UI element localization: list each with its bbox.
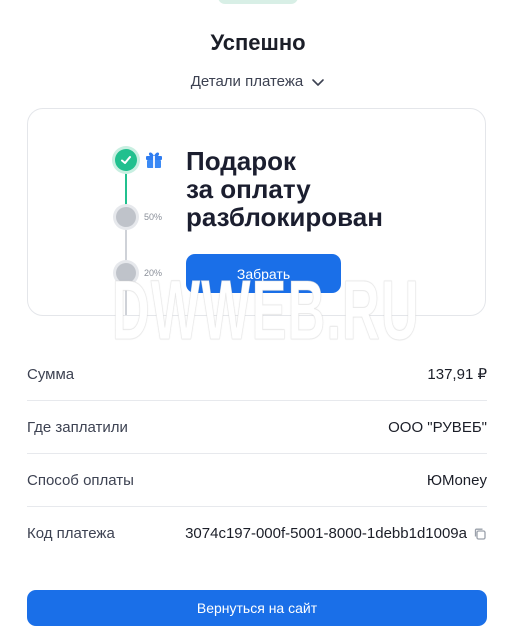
detail-value: 3074c197-000f-5001-8000-1debb1d1009a [185,525,487,542]
detail-value: ООО "РУВЕБ" [388,419,487,436]
page-title: Успешно [210,30,306,55]
detail-label: Сумма [27,365,75,383]
payment-code-value: 3074c197-000f-5001-8000-1debb1d1009a [185,525,467,542]
claim-button[interactable]: Забрать [186,254,341,293]
amount-value: 137,91 ₽ [427,366,487,383]
copy-icon[interactable] [473,527,487,541]
detail-label: Код платежа [27,525,115,542]
gift-icon [146,152,162,168]
progress-step-label: 50% [144,212,163,222]
detail-row-merchant: Где заплатили ООО "РУВЕБ" [27,401,487,454]
gift-title: Подарок за оплату разблокирован [186,146,383,232]
status-pill [218,0,298,4]
progress-step-label: 20% [144,268,163,278]
check-icon [115,149,137,171]
payment-details-label: Детали платежа [190,73,304,90]
progress-step-50 [116,207,136,227]
detail-value: ЮMoney [427,472,487,489]
progress-step-20 [116,263,136,283]
detail-value: 137,91 ₽ [427,365,487,383]
detail-label: Где заплатили [27,418,128,436]
merchant-value: ООО "РУВЕБ" [388,418,487,436]
detail-label: Способ оплаты [27,471,134,489]
payment-details-toggle[interactable]: Детали платежа [0,73,516,90]
detail-row-amount: Сумма 137,91 ₽ [27,348,487,401]
gift-card: 50% 20% Подарок за оплату разблокирован … [27,108,486,316]
detail-row-method: Способ оплаты ЮMoney [27,454,487,507]
return-to-site-button[interactable]: Вернуться на сайт [27,590,487,626]
chevron-down-icon [312,78,325,86]
method-value: ЮMoney [426,471,487,489]
payment-details: Сумма 137,91 ₽ Где заплатили ООО "РУВЕБ"… [27,348,487,560]
detail-row-payment-code: Код платежа 3074c197-000f-5001-8000-1deb… [27,507,487,560]
